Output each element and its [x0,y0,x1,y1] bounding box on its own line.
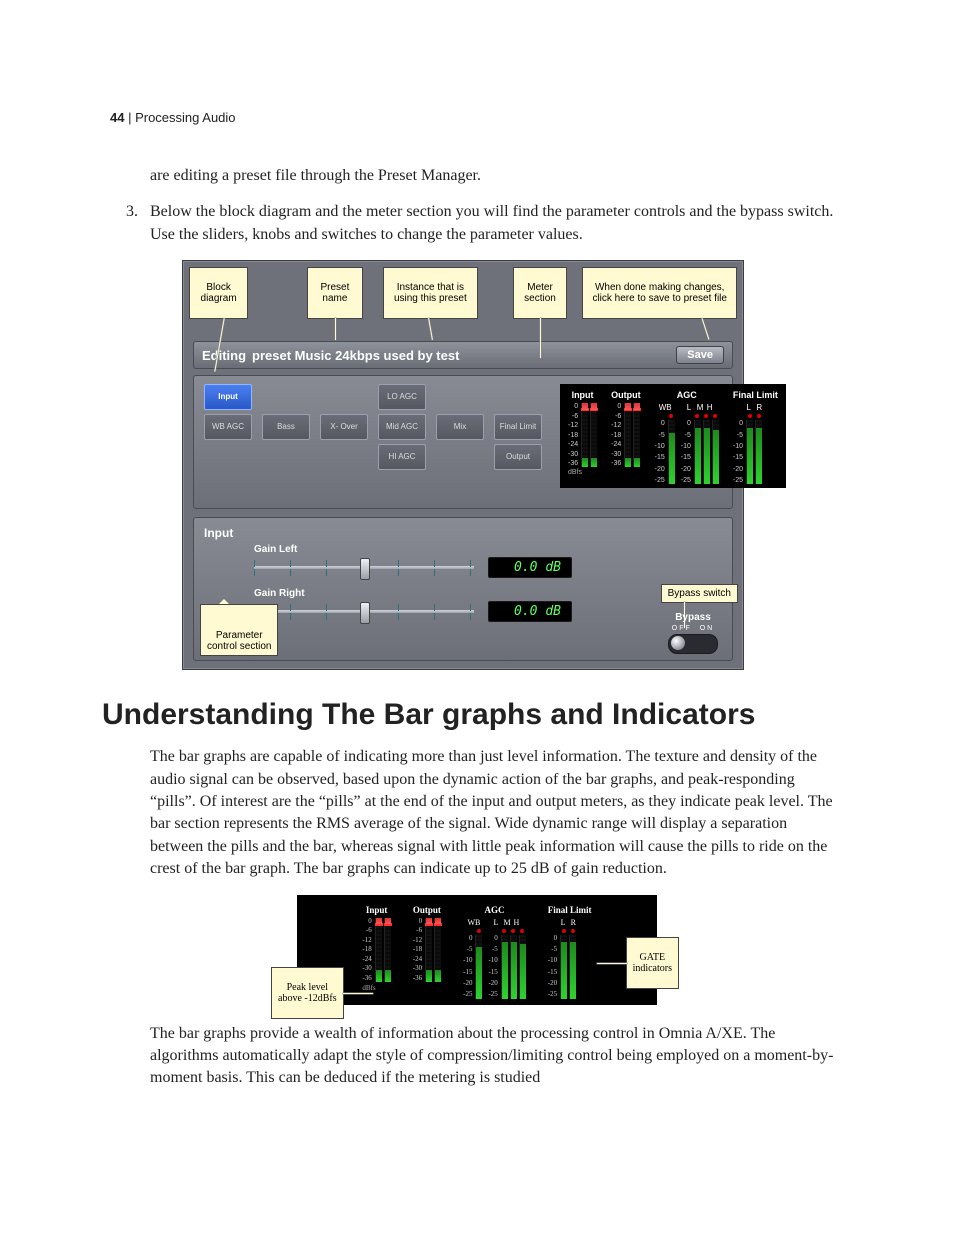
meter-title: Input [568,390,597,400]
node-wb-agc[interactable]: WB AGC [204,414,252,440]
callout-instance-name: Instance that is using this preset [383,267,477,319]
meter-bar [581,403,588,467]
callout-block-diagram: Block diagram [189,267,248,319]
callout-save-hint: When done making changes, click here to … [582,267,737,319]
editor-title-preset: preset Music 24kbps used by test [252,348,459,363]
callout-meter-section: Meter section [513,267,567,319]
meter-title: Input [362,905,390,915]
callout-label: When done making changes, click here to … [592,282,727,304]
list-text: Below the block diagram and the meter se… [150,201,844,246]
section-heading: Understanding The Bar graphs and Indicat… [102,698,844,732]
meter-title: AGC [463,905,526,915]
ordered-list-item-3: 3. Below the block diagram and the meter… [126,201,844,246]
parameter-control-panel: Input Gain Left 0.0 dB Gain Right 0.0 dB [193,517,733,661]
meter-output: Output 0-6-12-18-24-30-36 [611,390,641,484]
callout-preset-name: Preset name [307,267,363,319]
node-lo-agc[interactable]: LO AGC [378,384,426,410]
gain-left-slider[interactable] [254,560,474,576]
running-header: 44 | Processing Audio [110,110,844,125]
list-number: 3. [126,201,150,246]
node-final-limit[interactable]: Final Limit [494,414,542,440]
callout-gate-indicators: GATE indicators [626,937,679,989]
gain-right-control: Gain Right 0.0 dB [254,588,722,622]
meter-bar [590,403,597,467]
meter-section: Input 0-6-12-18-24-30-36 dBfs Output 0-6… [560,384,786,488]
paragraph-2: The bar graphs provide a wealth of infor… [150,1023,844,1090]
callout-label: Preset name [320,282,349,304]
node-hi-agc[interactable]: HI AGC [378,444,426,470]
bypass-title: Bypass [668,612,718,623]
editor-screenshot: Block diagram Preset name Instance that … [182,260,744,670]
diagram-and-meter-panel: Input LO AGC WB AGC Bass X- Over Mid AGC… [193,375,733,509]
save-button[interactable]: Save [676,346,724,364]
meter-input: Input 0-6-12-18-24-30-36 dBfs [568,390,597,484]
bypass-toggle[interactable] [668,634,718,654]
slider-label: Gain Right [254,588,722,599]
intro-continuation: are editing a preset file through the Pr… [150,165,844,187]
editor-title-prefix: Editing [202,348,246,363]
dbfs-label: dBfs [568,469,597,476]
node-input[interactable]: Input [204,384,252,410]
node-output[interactable]: Output [494,444,542,470]
callout-peak-level: Peak level above -12dBfs [271,967,344,1019]
callout-parameter-section: Parameter control section [200,604,278,656]
callout-label: Block diagram [201,282,237,304]
gain-left-control: Gain Left 0.0 dB [254,544,722,578]
meter-scale: 0-6-12-18-24-30-36 [568,403,578,467]
gain-right-slider[interactable] [254,604,474,620]
meter-title: Output [611,390,641,400]
meter-title: Final Limit [548,905,592,915]
node-xover[interactable]: X- Over [320,414,368,440]
meter-title: AGC [655,390,719,400]
bypass-control: Bypass OFF ON [668,612,718,654]
header-separator: | [124,110,135,125]
paragraph-1: The bar graphs are capable of indicating… [150,746,844,880]
meter-final-limit: Final Limit L R 0-5-10-15-20-25 [733,390,778,484]
callout-label: Instance that is using this preset [394,282,467,304]
page-number: 44 [110,110,124,125]
node-mix[interactable]: Mix [436,414,484,440]
meter-title: Final Limit [733,390,778,400]
section-label-input: Input [204,526,722,540]
slider-label: Gain Left [254,544,722,555]
meter-title: Output [413,905,441,915]
editor-title-bar: Editing preset Music 24kbps used by test… [193,341,733,369]
meter-closeup-figure: Peak level above -12dBfs GATE indicators… [297,895,657,1005]
meter-agc: AGC WB L M H 0-5-10-15-20-25 0-5-10-15-2… [655,390,719,484]
callout-label: Meter section [524,282,556,304]
gain-left-readout: 0.0 dB [488,557,572,578]
block-diagram: Input LO AGC WB AGC Bass X- Over Mid AGC… [204,384,542,500]
gain-right-readout: 0.0 dB [488,601,572,622]
header-section: Processing Audio [135,110,235,125]
node-mid-agc[interactable]: Mid AGC [378,414,426,440]
node-bass[interactable]: Bass [262,414,310,440]
callout-bypass-switch: Bypass switch [661,584,738,603]
